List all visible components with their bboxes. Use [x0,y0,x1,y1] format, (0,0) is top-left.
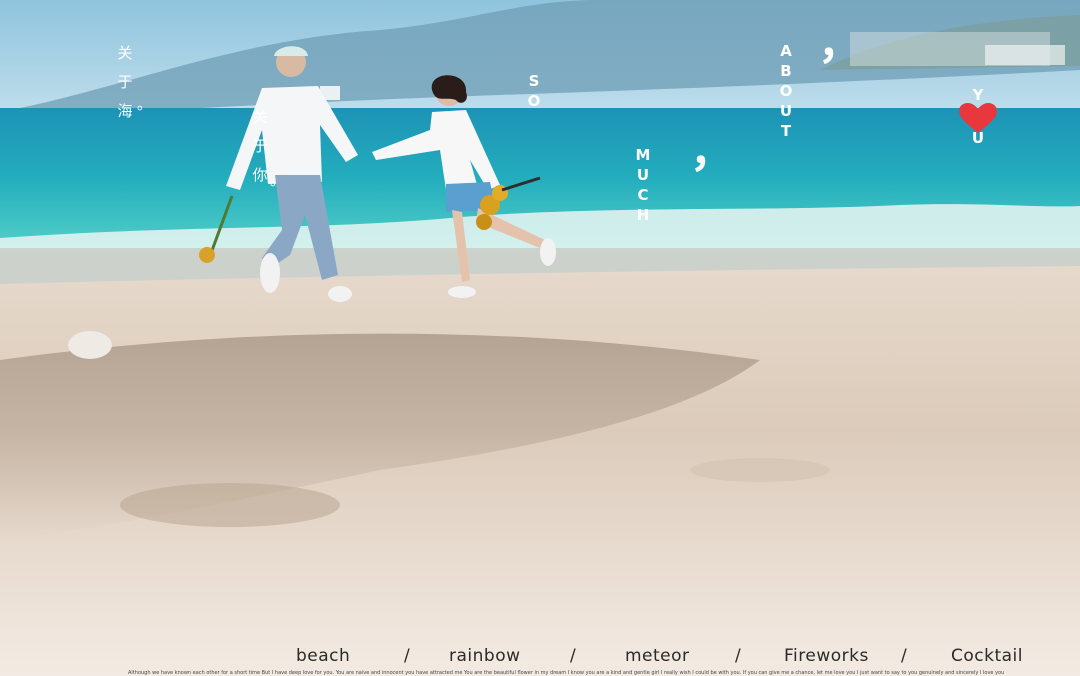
separator: / [404,646,411,666]
word-fireworks: Fireworks [784,646,869,666]
love-caption: Although we have known each other for a … [128,670,1005,676]
word-cocktail: Cocktail [951,646,1023,666]
vertical-text-about-you: 关 于 你 。 [252,108,285,188]
vertical-text-much: M U C H [635,146,651,224]
comma-mark: ， [818,18,862,69]
vertical-text-so: S O [527,72,541,110]
vertical-text-about: A B O U T [779,42,793,140]
vertical-text-about-sea: 关 于 海 。 [117,44,152,120]
bottom-keywords: beach / rainbow / meteor / Fireworks / C… [0,646,1080,670]
word-beach: beach [296,646,351,666]
separator: / [901,646,908,666]
beach-photo: 关 于 海 。 关 于 你 。 S O M U C H ， A B O U T … [0,0,1080,676]
separator: / [570,646,577,666]
word-meteor: meteor [625,646,690,666]
comma-mark: ， [690,126,734,177]
heart-icon [959,103,997,133]
separator: / [735,646,742,666]
word-rainbow: rainbow [449,646,521,666]
